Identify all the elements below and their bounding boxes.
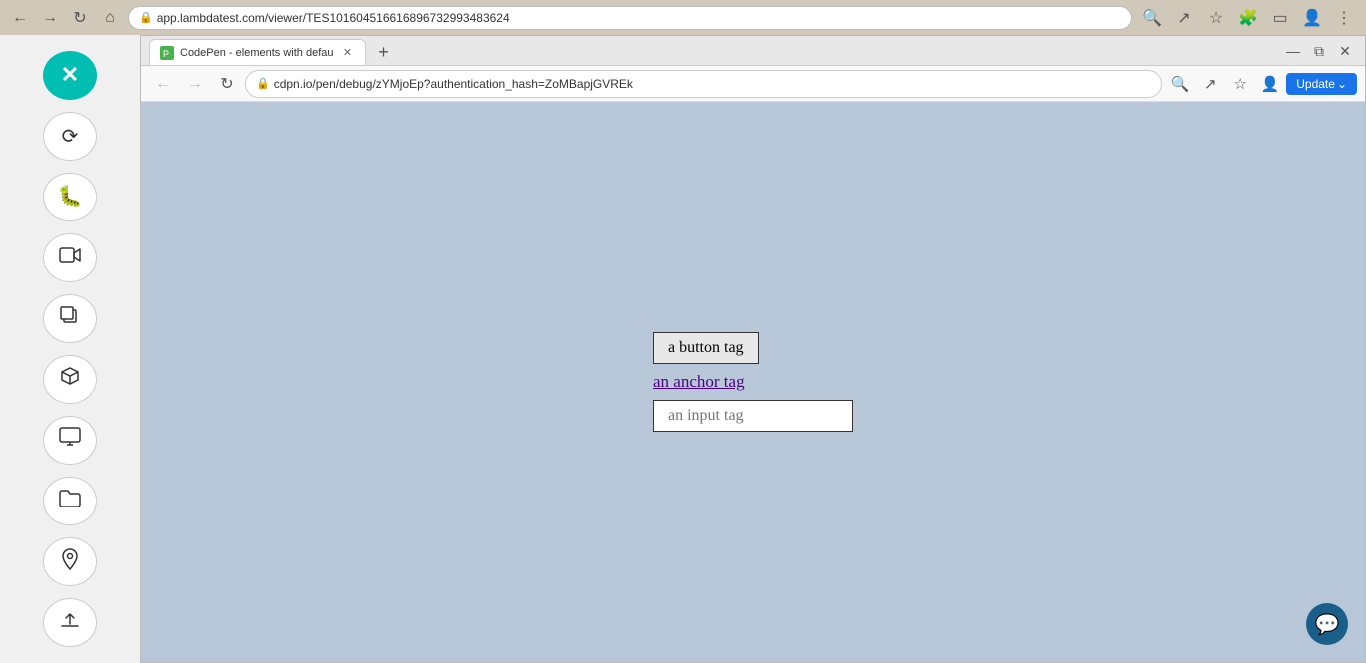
search-icon-btn[interactable]: 🔍 — [1138, 4, 1166, 32]
bug-button[interactable]: 🐛 — [43, 173, 97, 222]
svg-text:P: P — [163, 49, 169, 59]
bug-icon: 🐛 — [58, 184, 83, 209]
new-tab-button[interactable]: + — [370, 39, 396, 65]
inner-profile-icon-btn[interactable]: 👤 — [1256, 70, 1284, 98]
inner-back-button[interactable]: ← — [149, 70, 177, 98]
inner-refresh-button[interactable]: ↻ — [213, 70, 241, 98]
update-label: Update — [1296, 77, 1335, 91]
video-button[interactable] — [43, 233, 97, 282]
chat-icon: 💬 — [1315, 612, 1340, 637]
inner-nav-icons: 🔍 ↗ ☆ 👤 Update ⌄ — [1166, 70, 1357, 98]
tab-extra-icons: — ⧉ ✕ — [1281, 39, 1357, 65]
tab-close-button[interactable]: ✕ — [339, 45, 355, 61]
inner-lock-icon: 🔒 — [256, 77, 270, 90]
demo-elements-container: a button tag an anchor tag — [653, 332, 853, 432]
inner-star-icon-btn[interactable]: ☆ — [1226, 70, 1254, 98]
inner-address-text: cdpn.io/pen/debug/zYMjoEp?authentication… — [274, 77, 633, 91]
extension-icon-btn[interactable]: 🧩 — [1234, 4, 1262, 32]
monitor-button[interactable] — [43, 416, 97, 465]
star-icon-btn[interactable]: ☆ — [1202, 4, 1230, 32]
outer-browser-bar: ← → ↻ ⌂ 🔒 app.lambdatest.com/viewer/TES1… — [0, 0, 1366, 35]
demo-button-tag[interactable]: a button tag — [653, 332, 759, 364]
demo-anchor-tag[interactable]: an anchor tag — [653, 372, 745, 392]
copy-button[interactable] — [43, 294, 97, 343]
close-icon: ✕ — [61, 62, 79, 88]
inner-forward-button[interactable]: → — [181, 70, 209, 98]
chat-bubble-button[interactable]: 💬 — [1306, 603, 1348, 645]
inner-screenshot-icon-btn[interactable]: ↗ — [1196, 70, 1224, 98]
tab-favicon: P — [160, 46, 174, 60]
folder-icon — [59, 489, 81, 513]
outer-browser-icons: 🔍 ↗ ☆ 🧩 ▭ 👤 ⋮ — [1138, 4, 1358, 32]
folder-button[interactable] — [43, 477, 97, 526]
tab-minimize-icon[interactable]: — — [1281, 39, 1305, 63]
inner-nav-bar: ← → ↻ 🔒 cdpn.io/pen/debug/zYMjoEp?authen… — [141, 66, 1365, 102]
location-icon — [61, 548, 79, 576]
monitor-icon — [59, 427, 81, 453]
upload-icon — [60, 610, 80, 636]
inner-address-bar[interactable]: 🔒 cdpn.io/pen/debug/zYMjoEp?authenticati… — [245, 70, 1162, 98]
outer-refresh-button[interactable]: ↻ — [68, 6, 92, 30]
upload-button[interactable] — [43, 598, 97, 647]
menu-icon-btn[interactable]: ⋮ — [1330, 4, 1358, 32]
tab-close-window-icon[interactable]: ✕ — [1333, 39, 1357, 63]
outer-address-bar[interactable]: 🔒 app.lambdatest.com/viewer/TES101604516… — [128, 6, 1132, 30]
tab-label: CodePen - elements with defau — [180, 47, 333, 59]
screenshot-icon-btn[interactable]: ↗ — [1170, 4, 1198, 32]
outer-address-text: app.lambdatest.com/viewer/TES10160451661… — [157, 11, 510, 25]
demo-button-label: a button tag — [668, 339, 744, 356]
box-button[interactable] — [43, 355, 97, 404]
outer-forward-button[interactable]: → — [38, 6, 62, 30]
profile-icon-btn[interactable]: 👤 — [1298, 4, 1326, 32]
update-button[interactable]: Update ⌄ — [1286, 73, 1357, 95]
inner-browser: P CodePen - elements with defau ✕ + — ⧉ … — [140, 35, 1366, 663]
inner-search-icon-btn[interactable]: 🔍 — [1166, 70, 1194, 98]
copy-icon — [60, 306, 80, 332]
lock-icon: 🔒 — [139, 11, 153, 24]
inner-content: a button tag an anchor tag — [141, 102, 1365, 662]
close-button[interactable]: ✕ — [43, 51, 97, 100]
sync-button[interactable]: ⟳ — [43, 112, 97, 161]
inner-tab-bar: P CodePen - elements with defau ✕ + — ⧉ … — [141, 36, 1365, 66]
update-chevron: ⌄ — [1337, 77, 1347, 91]
outer-back-button[interactable]: ← — [8, 6, 32, 30]
sidebar: ✕ ⟳ 🐛 — [0, 35, 140, 663]
sync-icon: ⟳ — [62, 124, 79, 149]
inner-tab-active[interactable]: P CodePen - elements with defau ✕ — [149, 39, 366, 65]
demo-anchor-label: an anchor tag — [653, 372, 745, 391]
video-icon — [59, 244, 81, 272]
outer-home-button[interactable]: ⌂ — [98, 6, 122, 30]
box-icon — [60, 366, 80, 392]
location-button[interactable] — [43, 537, 97, 586]
tab-restore-icon[interactable]: ⧉ — [1307, 39, 1331, 63]
layout-icon-btn[interactable]: ▭ — [1266, 4, 1294, 32]
demo-input-tag[interactable] — [653, 400, 853, 432]
